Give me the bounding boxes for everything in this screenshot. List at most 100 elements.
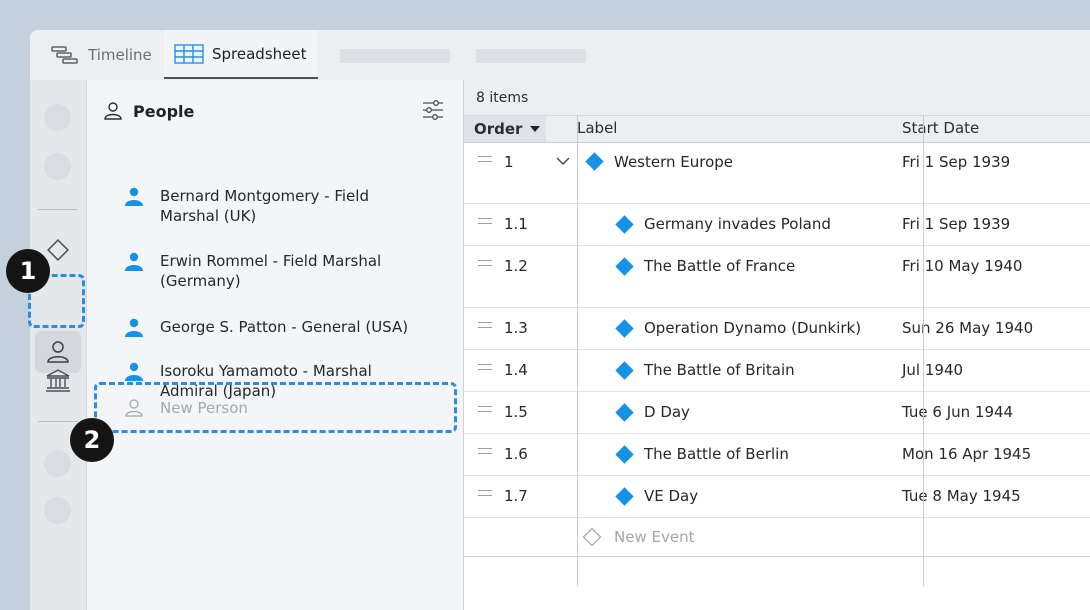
label-cell: The Battle of Berlin [644, 445, 789, 463]
column-header-label[interactable]: Label [577, 119, 617, 137]
label-cell: Operation Dynamo (Dunkirk) [644, 319, 862, 337]
tab-placeholder [340, 49, 450, 63]
order-cell: 1.6 [504, 445, 528, 463]
rail-divider [38, 421, 78, 422]
rail-divider [38, 209, 78, 210]
left-rail [30, 80, 87, 610]
table-row[interactable]: 1.1 Germany invades Poland Fri 1 Sep 193… [464, 204, 1090, 246]
table-row[interactable]: 1 Western Europe Fri 1 Sep 1939 [464, 142, 1090, 204]
timeline-icon [51, 45, 78, 64]
event-diamond-icon [615, 445, 634, 464]
order-cell: 1.3 [504, 319, 528, 337]
event-diamond-icon [615, 319, 634, 338]
rail-placeholder-dot [44, 497, 71, 524]
event-diamond-icon [615, 361, 634, 380]
event-diamond-icon [615, 487, 634, 506]
event-diamond-icon [615, 215, 634, 234]
order-cell: 1.1 [504, 215, 528, 233]
callout-badge: 1 [6, 249, 50, 293]
column-header-order[interactable]: Order [464, 116, 546, 142]
order-cell: 1.7 [504, 487, 528, 505]
spreadsheet: 8 items Order Label Start Date 1 Western… [464, 80, 1090, 610]
event-diamond-icon [585, 152, 604, 171]
start-date-cell: Sun 26 May 1940 [902, 319, 1034, 337]
app-window: Timeline Spreadsheet People Bernard Mont… [30, 30, 1090, 610]
person-name: George S. Patton - General (USA) [160, 318, 409, 336]
drag-handle-icon[interactable] [478, 322, 492, 328]
highlight-new-person [94, 382, 457, 433]
person-icon [125, 252, 143, 271]
column-header-order-label: Order [474, 120, 523, 138]
start-date-cell: Jul 1940 [902, 361, 964, 379]
label-cell: Germany invades Poland [644, 215, 831, 233]
label-cell: The Battle of Britain [644, 361, 795, 379]
spreadsheet-icon [174, 43, 204, 64]
rail-places-button[interactable] [44, 366, 72, 394]
new-event-row[interactable]: New Event [464, 518, 1090, 557]
tab-timeline[interactable]: Timeline [50, 30, 152, 79]
item-count: 8 items [464, 80, 1090, 116]
rail-placeholder-dot [44, 450, 71, 477]
people-panel: People Bernard Montgomery - Field Marsha… [87, 80, 464, 610]
tab-bar: Timeline Spreadsheet [30, 30, 1090, 80]
drag-handle-icon[interactable] [478, 218, 492, 224]
tab-spreadsheet-label: Spreadsheet [212, 44, 307, 63]
tab-spreadsheet[interactable]: Spreadsheet [164, 30, 318, 79]
drag-handle-icon[interactable] [478, 156, 492, 162]
diamond-icon [47, 239, 69, 261]
callout-badge: 2 [70, 418, 114, 462]
filter-settings-icon[interactable] [421, 98, 445, 122]
column-header-row: Order Label Start Date [464, 115, 1090, 143]
sort-desc-icon [530, 126, 541, 132]
person-icon [47, 341, 69, 363]
table-row[interactable]: 1.5 D Day Tue 6 Jun 1944 [464, 392, 1090, 434]
person-item[interactable]: Bernard Montgomery - Field Marshal (UK) [124, 186, 424, 226]
tab-placeholder [476, 49, 586, 63]
order-cell: 1 [504, 153, 514, 171]
new-event-placeholder: New Event [614, 528, 695, 546]
order-cell: 1.5 [504, 403, 528, 421]
start-date-cell: Fri 1 Sep 1939 [902, 153, 1011, 171]
start-date-cell: Mon 16 Apr 1945 [902, 445, 1032, 463]
diamond-outline-icon [582, 527, 602, 547]
table-row[interactable]: 1.7 VE Day Tue 8 May 1945 [464, 476, 1090, 518]
rail-people-icon-wrap [44, 338, 72, 366]
table-row[interactable]: 1.2 The Battle of France Fri 10 May 1940 [464, 246, 1090, 308]
start-date-cell: Fri 1 Sep 1939 [902, 215, 1011, 233]
drag-handle-icon[interactable] [478, 364, 492, 370]
person-name: Erwin Rommel - Field Marshal (Germany) [160, 252, 382, 290]
label-cell: Western Europe [614, 153, 734, 171]
label-cell: The Battle of France [644, 257, 796, 275]
drag-handle-icon[interactable] [478, 260, 492, 266]
person-name: Bernard Montgomery - Field Marshal (UK) [160, 187, 369, 225]
people-header: People [103, 101, 194, 121]
drag-handle-icon[interactable] [478, 406, 492, 412]
event-diamond-icon [615, 403, 634, 422]
rail-events-button[interactable] [44, 236, 72, 264]
person-icon [125, 362, 143, 381]
drag-handle-icon[interactable] [478, 448, 492, 454]
table-row[interactable]: 1.4 The Battle of Britain Jul 1940 [464, 350, 1090, 392]
tab-timeline-label: Timeline [88, 45, 152, 64]
person-item[interactable]: George S. Patton - General (USA) [124, 317, 424, 338]
label-cell: VE Day [644, 487, 699, 505]
person-item[interactable]: Erwin Rommel - Field Marshal (Germany) [124, 251, 424, 291]
start-date-cell: Tue 8 May 1945 [902, 487, 1021, 505]
person-outline-icon [104, 102, 122, 120]
order-cell: 1.2 [504, 257, 528, 275]
building-icon [46, 369, 70, 392]
column-divider [577, 115, 578, 586]
event-diamond-icon [615, 257, 634, 276]
label-cell: D Day [644, 403, 690, 421]
people-title: People [133, 101, 195, 121]
chevron-down-icon[interactable] [556, 154, 570, 168]
rail-placeholder-dot [44, 153, 71, 180]
start-date-cell: Fri 10 May 1940 [902, 257, 1023, 275]
column-divider [923, 115, 924, 586]
person-icon [125, 318, 143, 337]
rail-placeholder-dot [44, 104, 71, 131]
table-row[interactable]: 1.3 Operation Dynamo (Dunkirk) Sun 26 Ma… [464, 308, 1090, 350]
column-header-start-date[interactable]: Start Date [902, 119, 979, 137]
table-row[interactable]: 1.6 The Battle of Berlin Mon 16 Apr 1945 [464, 434, 1090, 476]
drag-handle-icon[interactable] [478, 490, 492, 496]
